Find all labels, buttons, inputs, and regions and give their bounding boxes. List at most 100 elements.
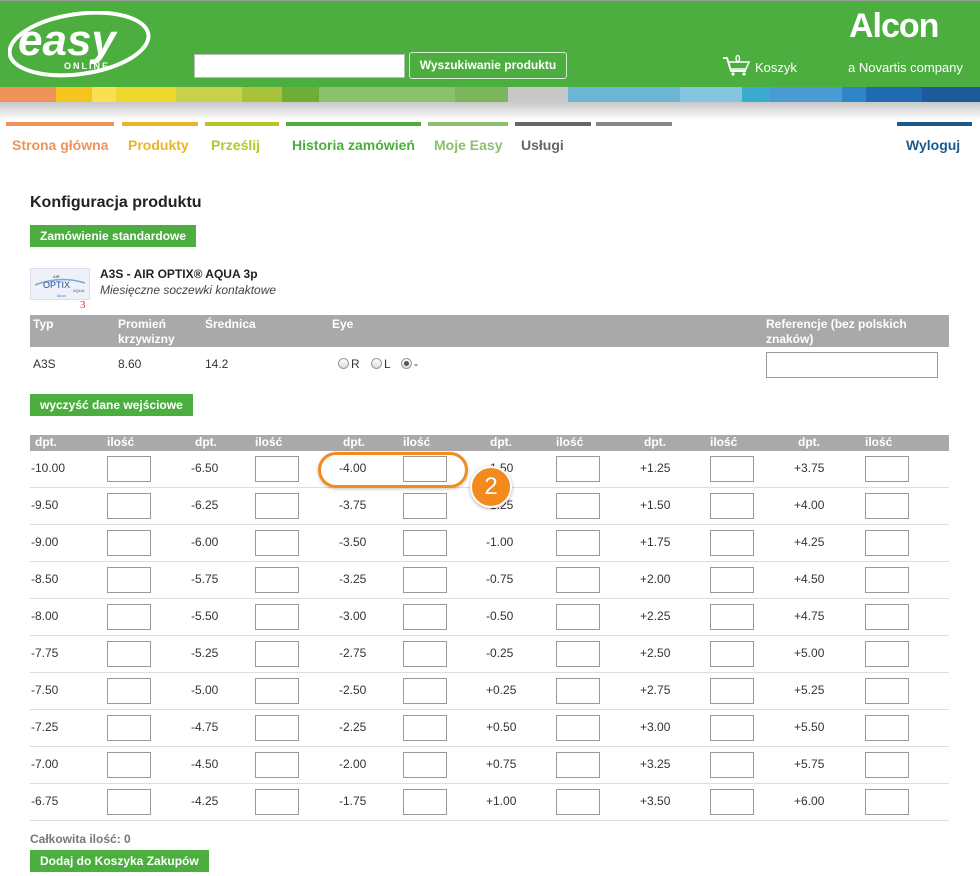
quantity-input[interactable] <box>710 789 754 815</box>
power-value: -8.50 <box>31 572 59 586</box>
quantity-input[interactable] <box>255 530 299 556</box>
quantity-input[interactable] <box>403 604 447 630</box>
row-divider <box>30 635 949 636</box>
quantity-input[interactable] <box>403 715 447 741</box>
quantity-input[interactable] <box>556 604 600 630</box>
quantity-input[interactable] <box>403 530 447 556</box>
power-value: -1.00 <box>486 535 514 549</box>
easy-online-logo[interactable]: easy ONLINE <box>8 11 154 81</box>
quantity-input[interactable] <box>556 752 600 778</box>
quantity-input[interactable] <box>403 752 447 778</box>
quantity-input[interactable] <box>107 456 151 482</box>
nav-home[interactable]: Strona główna <box>6 122 114 154</box>
quantity-input[interactable] <box>710 493 754 519</box>
quantity-input[interactable] <box>255 789 299 815</box>
quantity-input[interactable] <box>556 567 600 593</box>
power-value: -3.25 <box>339 572 367 586</box>
quantity-input[interactable] <box>403 678 447 704</box>
nav-my-easy[interactable]: Moje Easy <box>428 122 508 154</box>
quantity-input[interactable] <box>865 567 909 593</box>
quantity-input[interactable] <box>403 789 447 815</box>
quantity-input[interactable] <box>556 641 600 667</box>
clear-inputs-button[interactable]: wyczyść dane wejściowe <box>30 394 193 416</box>
nav-services-label: Usługi <box>521 137 564 153</box>
quantity-input[interactable] <box>255 567 299 593</box>
quantity-input[interactable] <box>107 641 151 667</box>
product-image: AIR OPTIX AQUA Alcon <box>30 268 90 300</box>
quantity-input[interactable] <box>403 641 447 667</box>
row-divider <box>30 561 949 562</box>
quantity-input[interactable] <box>255 752 299 778</box>
nav-upload[interactable]: Prześlij <box>205 122 279 154</box>
nav-products[interactable]: Produkty <box>122 122 198 154</box>
quantity-input[interactable] <box>710 456 754 482</box>
quantity-input[interactable] <box>710 641 754 667</box>
air-optix-box-icon: AIR OPTIX AQUA Alcon <box>31 269 89 299</box>
quantity-input[interactable] <box>865 493 909 519</box>
power-value: -5.75 <box>191 572 219 586</box>
quantity-input[interactable] <box>865 678 909 704</box>
row-divider <box>30 709 949 710</box>
quantity-input[interactable] <box>255 641 299 667</box>
quantity-input[interactable] <box>710 715 754 741</box>
quantity-input[interactable] <box>710 678 754 704</box>
product-radius-value: 8.60 <box>118 357 142 371</box>
quantity-input[interactable] <box>865 456 909 482</box>
quantity-input[interactable] <box>556 715 600 741</box>
search-input[interactable] <box>194 54 405 78</box>
power-value: +5.00 <box>794 646 825 660</box>
quantity-input[interactable] <box>107 530 151 556</box>
quantity-input[interactable] <box>556 789 600 815</box>
add-to-cart-button[interactable]: Dodaj do Koszyka Zakupów <box>30 850 209 872</box>
quantity-input[interactable] <box>107 604 151 630</box>
power-value: +0.25 <box>486 683 517 697</box>
quantity-input[interactable] <box>107 493 151 519</box>
svg-text:AIR: AIR <box>53 274 60 279</box>
eye-radio-r[interactable] <box>338 358 349 369</box>
quantity-input[interactable] <box>255 678 299 704</box>
quantity-input[interactable] <box>403 567 447 593</box>
quantity-input[interactable] <box>710 530 754 556</box>
quantity-input[interactable] <box>710 567 754 593</box>
nav-logout[interactable]: Wyloguj <box>897 122 972 154</box>
quantity-input[interactable] <box>255 604 299 630</box>
quantity-input[interactable] <box>710 604 754 630</box>
svg-text:OPTIX: OPTIX <box>43 280 70 290</box>
grid-header-qty: ilość <box>107 435 135 449</box>
quantity-input[interactable] <box>865 530 909 556</box>
quantity-input[interactable] <box>556 678 600 704</box>
quantity-input[interactable] <box>865 715 909 741</box>
quantity-input[interactable] <box>255 456 299 482</box>
quantity-input[interactable] <box>107 789 151 815</box>
quantity-input[interactable] <box>107 567 151 593</box>
quantity-input[interactable] <box>107 752 151 778</box>
power-value: -8.00 <box>31 609 59 623</box>
quantity-input[interactable] <box>107 715 151 741</box>
power-value: -7.25 <box>31 720 59 734</box>
quantity-input[interactable] <box>865 789 909 815</box>
power-value: -5.50 <box>191 609 219 623</box>
quantity-input[interactable] <box>865 604 909 630</box>
row-divider <box>30 598 949 599</box>
quantity-input[interactable] <box>255 715 299 741</box>
quantity-input[interactable] <box>556 493 600 519</box>
quantity-input[interactable] <box>865 752 909 778</box>
quantity-input[interactable] <box>710 752 754 778</box>
quantity-input[interactable] <box>556 456 600 482</box>
quantity-input[interactable] <box>107 678 151 704</box>
search-button[interactable]: Wyszukiwanie produktu <box>409 52 567 79</box>
quantity-input[interactable] <box>865 641 909 667</box>
nav-order-history[interactable]: Historia zamówień <box>286 122 421 154</box>
site-header: easy ONLINE Wyszukiwanie produktu 0 Kosz… <box>0 0 980 87</box>
page-title: Konfiguracja produktu <box>30 194 202 211</box>
eye-radio-l[interactable] <box>371 358 382 369</box>
quantity-input[interactable] <box>255 493 299 519</box>
reference-input[interactable] <box>766 352 938 378</box>
power-value: +2.25 <box>640 609 671 623</box>
nav-services[interactable]: Usługi <box>515 122 591 154</box>
annotation-highlight <box>318 452 468 488</box>
standard-order-button[interactable]: Zamówienie standardowe <box>30 225 197 247</box>
quantity-input[interactable] <box>403 493 447 519</box>
eye-radio-none[interactable] <box>401 358 412 369</box>
quantity-input[interactable] <box>556 530 600 556</box>
